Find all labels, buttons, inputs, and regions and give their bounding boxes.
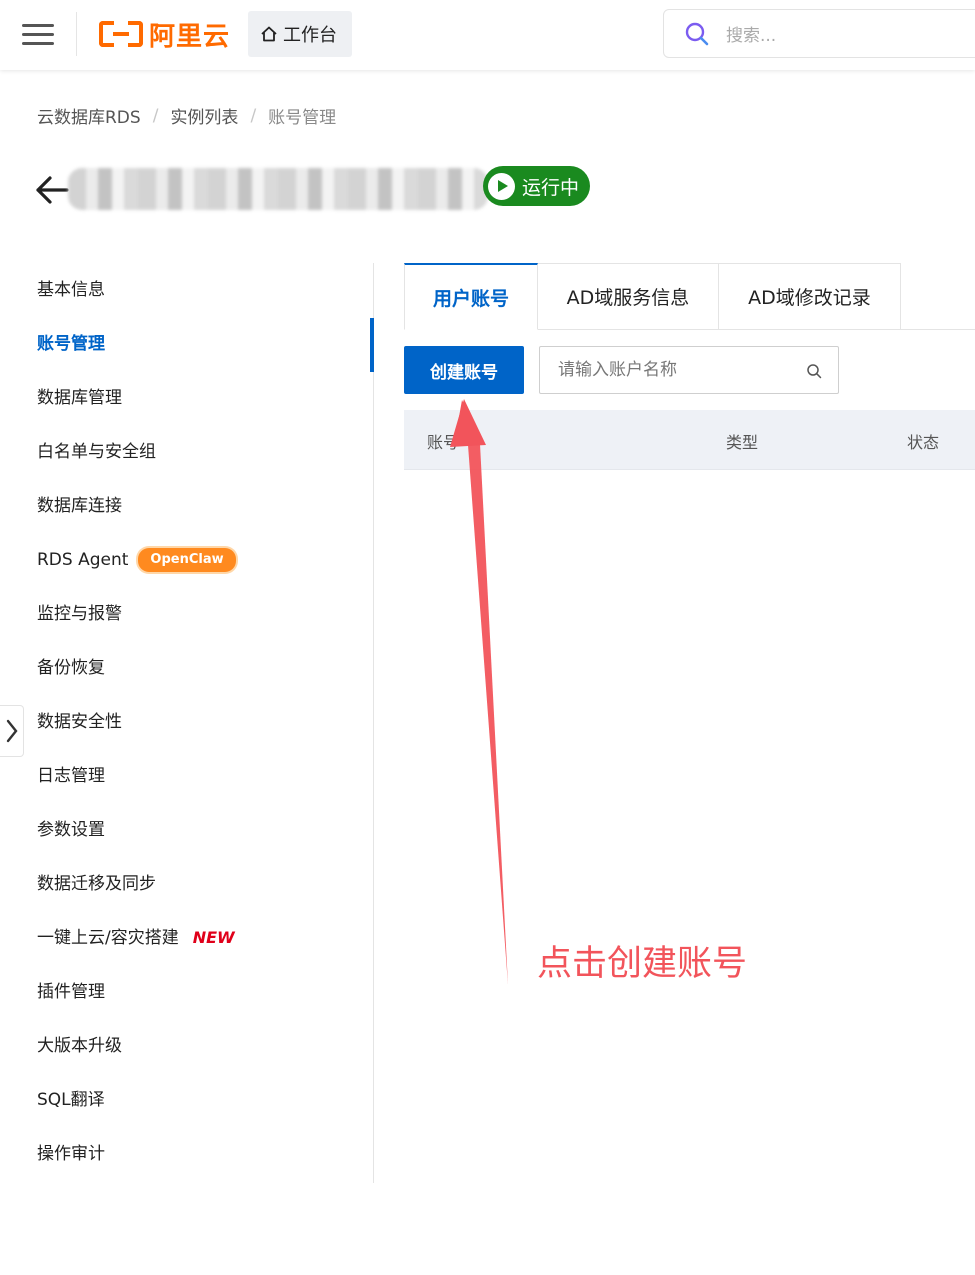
sidebar-item-label: RDS Agent <box>37 550 129 570</box>
home-icon <box>261 26 277 42</box>
sidebar-item-database-connection[interactable]: 数据库连接 <box>37 494 122 518</box>
tab-label: AD域修改记录 <box>748 287 871 309</box>
sidebar-item-audit[interactable]: 操作审计 <box>37 1142 105 1166</box>
workbench-label: 工作台 <box>283 25 337 46</box>
account-search <box>539 346 839 394</box>
annotation-arrow <box>450 399 508 985</box>
tab-ad-service-info[interactable]: AD域服务信息 <box>538 263 719 330</box>
sidebar-item-rds-agent[interactable]: RDS Agent OpenClaw <box>37 548 236 572</box>
sidebar-item-data-security[interactable]: 数据安全性 <box>37 710 122 734</box>
sidebar-item-label: 数据安全性 <box>37 712 122 732</box>
sidebar-item-label: 账号管理 <box>37 334 105 354</box>
aliyun-logo-icon <box>99 21 143 47</box>
sidebar-item-label: SQL翻译 <box>37 1090 105 1110</box>
sidebar-item-basic-info[interactable]: 基本信息 <box>37 278 105 302</box>
sidebar-item-parameters[interactable]: 参数设置 <box>37 818 105 842</box>
sidebar-item-label: 操作审计 <box>37 1144 105 1164</box>
workbench-button[interactable]: 工作台 <box>248 11 352 57</box>
sidebar-item-label: 一键上云/容灾搭建 <box>37 928 179 948</box>
column-header-type: 类型 <box>726 433 759 452</box>
sidebar-item-account-management[interactable]: 账号管理 <box>37 332 105 356</box>
back-arrow-icon[interactable] <box>34 172 70 208</box>
sidebar-item-cloud-migration[interactable]: 一键上云/容灾搭建 NEW <box>37 926 235 950</box>
aliyun-logo[interactable]: 阿里云 <box>99 16 230 52</box>
top-bar: 阿里云 工作台 搜索... <box>0 0 975 70</box>
sidebar-item-log-management[interactable]: 日志管理 <box>37 764 105 788</box>
sidebar-item-label: 基本信息 <box>37 280 105 300</box>
play-icon <box>488 172 515 200</box>
breadcrumb: 云数据库RDS / 实例列表 / 账号管理 <box>37 103 337 129</box>
account-search-input[interactable] <box>540 347 790 393</box>
search-icon[interactable] <box>806 363 822 379</box>
tab-ad-change-log[interactable]: AD域修改记录 <box>719 263 901 330</box>
sidebar-item-label: 参数设置 <box>37 820 105 840</box>
sidebar-item-label: 大版本升级 <box>37 1036 122 1056</box>
tab-label: 用户账号 <box>432 287 509 310</box>
sidebar-item-backup[interactable]: 备份恢复 <box>37 656 105 680</box>
breadcrumb-rds[interactable]: 云数据库RDS <box>37 103 141 128</box>
sidebar-item-label: 数据库连接 <box>37 496 122 516</box>
brand-name: 阿里云 <box>149 21 231 52</box>
sidebar-item-migration[interactable]: 数据迁移及同步 <box>37 872 156 896</box>
create-account-button[interactable]: 创建账号 <box>404 346 524 394</box>
tab-label: AD域服务信息 <box>566 287 690 309</box>
tab-user-accounts[interactable]: 用户账号 <box>404 263 538 330</box>
global-search-input[interactable]: 搜索... <box>663 9 975 58</box>
openclaw-badge: OpenClaw <box>138 548 236 572</box>
tab-bar: 用户账号 AD域服务信息 AD域修改记录 <box>404 263 901 330</box>
column-header-status: 状态 <box>907 433 940 452</box>
sidebar-item-sql-translate[interactable]: SQL翻译 <box>37 1088 105 1112</box>
sidebar-item-label: 数据库管理 <box>37 388 122 408</box>
chevron-right-icon <box>6 719 18 743</box>
sidebar-item-label: 监控与报警 <box>37 604 122 624</box>
hamburger-menu-icon[interactable] <box>20 20 56 48</box>
new-badge: NEW <box>192 928 235 947</box>
instance-name-redacted <box>68 168 488 210</box>
breadcrumb-instance-list[interactable]: 实例列表 <box>170 103 238 128</box>
sidebar-item-monitoring[interactable]: 监控与报警 <box>37 602 122 626</box>
annotation-text: 点击创建账号 <box>537 944 748 984</box>
sidebar-item-version-upgrade[interactable]: 大版本升级 <box>37 1034 122 1058</box>
breadcrumb-separator: / <box>250 105 257 126</box>
sidebar-item-label: 日志管理 <box>37 766 105 786</box>
breadcrumb-current: 账号管理 <box>268 108 337 128</box>
sidebar-item-database-management[interactable]: 数据库管理 <box>37 386 122 410</box>
divider <box>76 12 77 56</box>
tabs-underline <box>900 329 975 330</box>
sidebar-expand-button[interactable] <box>0 705 24 757</box>
sidebar-item-plugins[interactable]: 插件管理 <box>37 980 105 1004</box>
sidebar-item-label: 白名单与安全组 <box>37 442 156 462</box>
sidebar-item-label: 数据迁移及同步 <box>37 874 156 894</box>
sidebar-item-label: 插件管理 <box>37 982 105 1002</box>
sidebar-item-whitelist[interactable]: 白名单与安全组 <box>37 440 156 464</box>
search-icon <box>685 22 709 45</box>
sidebar-item-label: 备份恢复 <box>37 658 105 678</box>
global-search-placeholder: 搜索... <box>726 26 777 46</box>
status-text: 运行中 <box>522 176 580 199</box>
breadcrumb-separator: / <box>152 105 159 126</box>
status-badge: 运行中 <box>483 166 590 206</box>
sidebar-active-indicator <box>370 318 374 372</box>
